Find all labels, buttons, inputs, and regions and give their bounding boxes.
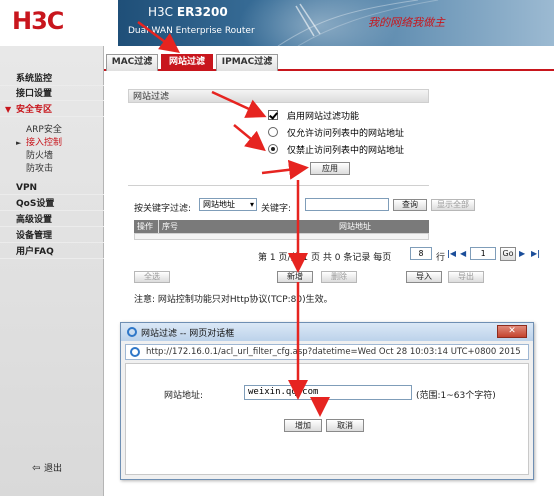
dialog-titlebar[interactable]: 网站过滤 -- 网页对话框 ✕ — [121, 323, 533, 341]
header: H3C H3C ER3200 Dual WAN Enterprise Route… — [0, 0, 554, 46]
show-all-button[interactable]: 显示全部 — [431, 199, 475, 211]
sidebar-subitem-anti-attack[interactable]: 防攻击 — [0, 163, 104, 176]
enable-checkbox[interactable] — [268, 110, 278, 120]
sidebar: 系统监控 接口设置 ▼ 安全专区 ARP安全 ► 接入控制 防火墙 防攻击 VPN … — [0, 46, 104, 496]
search-button[interactable]: 查询 — [393, 199, 427, 211]
address-bar: http://172.16.0.1/acl_url_filter_cfg.asp… — [125, 344, 529, 360]
sidebar-item-qos[interactable]: QoS设置 — [0, 197, 104, 211]
sidebar-item-faq[interactable]: 用户FAQ — [0, 245, 104, 259]
deny-label: 仅禁止访问列表中的网站地址 — [287, 145, 405, 156]
section-title: 网站过滤 — [128, 89, 429, 103]
export-button[interactable]: 导出 — [448, 271, 484, 283]
rows-label: 行 — [436, 253, 446, 263]
sidebar-subitem-arp[interactable]: ARP安全 — [0, 124, 104, 137]
sidebar-item-advanced[interactable]: 高级设置 — [0, 213, 104, 227]
go-button[interactable]: Go — [500, 247, 516, 261]
allow-label: 仅允许访问列表中的网站地址 — [287, 128, 405, 139]
dialog-url: http://172.16.0.1/acl_url_filter_cfg.asp… — [146, 347, 521, 357]
logout-icon: ⇦ — [32, 463, 41, 474]
dialog-window: 网站过滤 -- 网页对话框 ✕ http://172.16.0.1/acl_ur… — [120, 322, 534, 480]
filter-type-select[interactable]: 网站地址 ▾ — [199, 198, 257, 211]
sidebar-item-system-monitor[interactable]: 系统监控 — [0, 72, 104, 86]
sidebar-item-device-mgmt[interactable]: 设备管理 — [0, 229, 104, 243]
col-url: 网站地址 — [339, 222, 371, 231]
allow-radio[interactable] — [268, 127, 278, 137]
col-action: 操作 — [137, 222, 153, 231]
sidebar-item-security[interactable]: ▼ 安全专区 — [0, 103, 104, 117]
chevron-down-icon: ▾ — [249, 200, 254, 209]
keyword-input[interactable] — [305, 198, 389, 211]
import-button[interactable]: 导入 — [406, 271, 442, 283]
model-name: H3C ER3200 — [148, 5, 228, 19]
ie-icon — [127, 327, 137, 337]
deny-radio[interactable] — [268, 144, 278, 154]
prev-page-icon[interactable]: ◀ — [460, 249, 466, 258]
close-button[interactable]: ✕ — [497, 325, 527, 338]
add-button[interactable]: 新增 — [277, 271, 313, 283]
banner: H3C ER3200 Dual WAN Enterprise Router 我的… — [118, 0, 554, 46]
tab-mac-filter[interactable]: MAC过滤 — [106, 54, 158, 71]
tab-url-filter[interactable]: 网站过滤 — [161, 54, 213, 71]
dialog-title: 网站过滤 -- 网页对话框 — [141, 329, 235, 339]
range-hint: (范围:1~63个字符) — [416, 391, 496, 401]
slogan: 我的网络我做主 — [368, 16, 445, 29]
pagination-text: 第 1 页/共 1 页 共 0 条记录 每页 — [258, 253, 392, 263]
pointer-icon: ► — [16, 139, 22, 147]
subtitle: Dual WAN Enterprise Router — [128, 26, 255, 36]
table-body — [134, 233, 429, 240]
dialog-cancel-button[interactable]: 取消 — [326, 419, 364, 432]
sidebar-item-interface[interactable]: 接口设置 — [0, 87, 104, 101]
per-page-input[interactable]: 8 — [410, 247, 432, 260]
sidebar-subitem-access-control[interactable]: ► 接入控制 — [0, 137, 104, 150]
close-icon: ✕ — [508, 326, 516, 336]
goto-page-input[interactable]: 1 — [470, 247, 496, 260]
table-header: 操作 序号 网站地址 — [134, 220, 429, 233]
logout-link[interactable]: ⇦ 退出 — [32, 461, 62, 474]
divider — [128, 185, 429, 186]
h3c-logo: H3C — [12, 7, 64, 35]
enable-row: 启用网站过滤功能 — [268, 108, 359, 122]
next-page-icon[interactable]: ▶ — [519, 249, 525, 258]
page-icon — [130, 347, 140, 357]
enable-label: 启用网站过滤功能 — [287, 111, 360, 122]
sidebar-item-vpn[interactable]: VPN — [0, 181, 104, 195]
apply-button[interactable]: 应用 — [310, 162, 350, 175]
select-all-button[interactable]: 全选 — [134, 271, 170, 283]
first-page-icon[interactable]: |◀ — [447, 249, 456, 258]
url-field-label: 网站地址: — [164, 391, 204, 401]
col-index: 序号 — [158, 220, 178, 233]
note-text: 注意: 网站控制功能只对Http协议(TCP:80)生效。 — [134, 295, 333, 305]
deny-row: 仅禁止访问列表中的网站地址 — [268, 142, 404, 156]
tab-ipmac-filter[interactable]: IPMAC过滤 — [216, 54, 278, 71]
keyword-filter-label: 按关键字过滤: — [134, 204, 192, 214]
url-field-input[interactable]: weixin.qq.com — [244, 385, 412, 400]
keyword-label: 关键字: — [261, 204, 292, 214]
delete-button[interactable]: 删除 — [321, 271, 357, 283]
dialog-add-button[interactable]: 增加 — [284, 419, 322, 432]
dialog-content: 网站地址: weixin.qq.com (范围:1~63个字符) 增加 取消 — [125, 363, 529, 475]
allow-row: 仅允许访问列表中的网站地址 — [268, 125, 404, 139]
tab-bar: MAC过滤 网站过滤 IPMAC过滤 — [104, 51, 554, 71]
expand-caret-icon: ▼ — [5, 105, 12, 114]
sidebar-subitem-firewall[interactable]: 防火墙 — [0, 150, 104, 163]
last-page-icon[interactable]: ▶| — [531, 249, 540, 258]
